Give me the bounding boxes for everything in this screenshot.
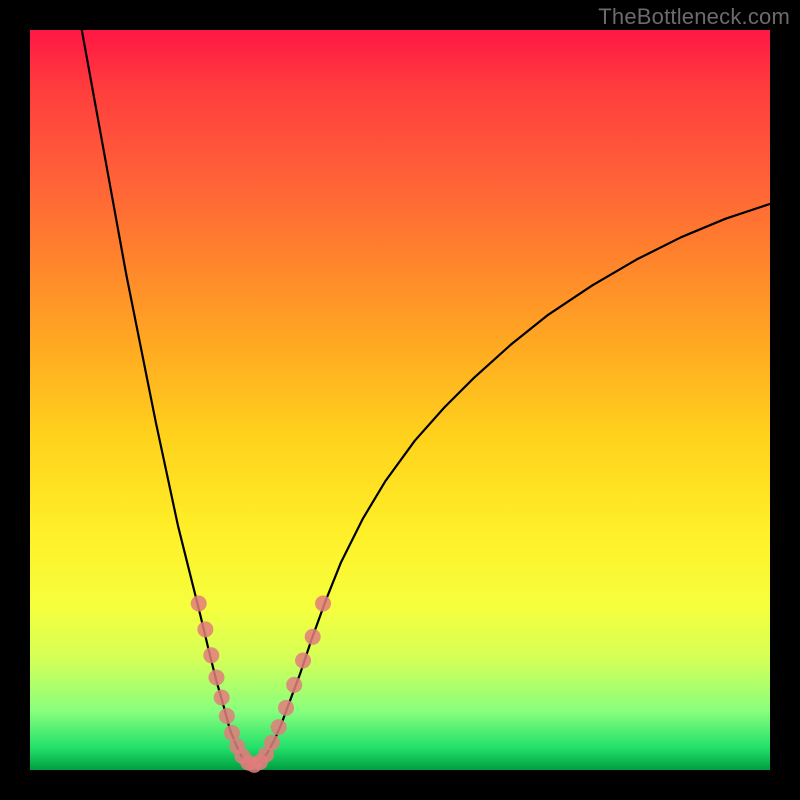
marker-point bbox=[214, 689, 230, 705]
marker-point bbox=[203, 647, 219, 663]
marker-point bbox=[197, 621, 213, 637]
curve-lines bbox=[82, 30, 770, 766]
marker-point bbox=[264, 735, 280, 751]
plot-area bbox=[30, 30, 770, 770]
marker-point bbox=[278, 700, 294, 716]
marker-points bbox=[191, 596, 331, 773]
chart-stage: TheBottleneck.com bbox=[0, 0, 800, 800]
watermark-text: TheBottleneck.com bbox=[598, 4, 790, 30]
marker-point bbox=[315, 596, 331, 612]
marker-point bbox=[305, 629, 321, 645]
series-right-branch bbox=[252, 204, 770, 766]
marker-point bbox=[208, 670, 224, 686]
marker-point bbox=[271, 719, 287, 735]
marker-point bbox=[295, 652, 311, 668]
chart-svg bbox=[30, 30, 770, 770]
marker-point bbox=[191, 596, 207, 612]
series-left-branch bbox=[82, 30, 252, 766]
marker-point bbox=[219, 708, 235, 724]
marker-point bbox=[286, 677, 302, 693]
